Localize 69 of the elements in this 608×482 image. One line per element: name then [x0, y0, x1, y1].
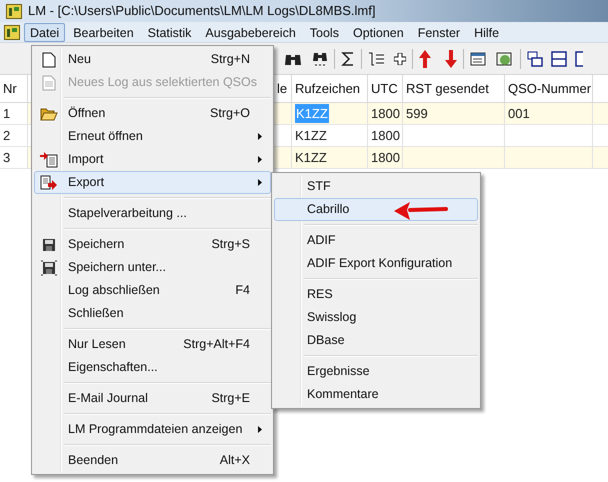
menu-bar-item[interactable]: Datei	[24, 22, 66, 42]
folder-icon	[40, 106, 58, 120]
table-cell-text: 3	[3, 148, 10, 167]
menu-item[interactable]: Export	[34, 171, 271, 194]
menu-item[interactable]: Beenden Alt+X	[34, 449, 271, 472]
table-cell-text: K1ZZ	[295, 126, 327, 145]
menu-item[interactable]: DBase	[274, 329, 478, 352]
table-cell-text: 1800	[371, 148, 400, 167]
list-icon[interactable]	[368, 50, 386, 66]
down-arrow-icon[interactable]	[445, 50, 457, 68]
window-icon[interactable]	[575, 50, 583, 66]
tile-windows-icon[interactable]	[551, 50, 567, 66]
plus-icon[interactable]	[394, 52, 406, 64]
table-cell-text: 1800	[371, 104, 400, 123]
menu-item[interactable]: Neu Strg+N	[34, 48, 271, 71]
column-header[interactable]: Rufzeichen	[295, 78, 360, 98]
import-icon	[40, 152, 58, 168]
menu-bar-item[interactable]: Bearbeiten	[67, 22, 140, 42]
menu-item[interactable]: Erneut öffnen	[34, 125, 271, 148]
menu-bar-item[interactable]: Hilfe	[468, 22, 506, 42]
menu-bar-item[interactable]: Statistik	[142, 22, 198, 42]
menu-item[interactable]: Ergebnisse	[274, 360, 478, 383]
column-header[interactable]: UTC	[371, 78, 398, 98]
export-icon	[40, 174, 58, 190]
table-cell-text: 1800	[371, 126, 400, 145]
table-cell: K1ZZ	[295, 104, 329, 124]
menu-bar-item[interactable]: Tools	[304, 22, 345, 42]
menu-item[interactable]: Schließen	[34, 302, 271, 325]
floppy-disk-icon	[41, 260, 57, 276]
cascade-windows-icon[interactable]	[527, 50, 543, 66]
up-arrow-icon[interactable]	[419, 50, 431, 68]
menu-item[interactable]: Log abschließen F4	[34, 279, 271, 302]
document-icon	[42, 52, 56, 68]
menu-bar-item[interactable]: Fenster	[412, 22, 466, 42]
column-header[interactable]: QSO-Nummer	[508, 78, 592, 98]
table-cell-text: 599	[406, 104, 428, 123]
menu-item[interactable]: LM Programmdateien anzeigen	[34, 418, 271, 441]
menu-item[interactable]: Speichern Strg+S	[34, 233, 271, 256]
menu-item[interactable]: Kommentare	[274, 383, 478, 406]
menu-item[interactable]: RES	[274, 283, 478, 306]
window-title: LM - [C:\Users\Public\Documents\LM\LM Logs\DL8MBS.lmf]	[28, 2, 376, 20]
annotation-arrow	[392, 200, 448, 222]
table-cell-text: 1	[3, 104, 10, 123]
app-icon	[6, 4, 22, 18]
menu-item[interactable]: Speichern unter...	[34, 256, 271, 279]
menu-item[interactable]: Cabrillo	[274, 198, 478, 221]
menu-item[interactable]: ADIF Export Konfiguration	[274, 252, 478, 275]
menu-item[interactable]: E-Mail Journal Strg+E	[34, 387, 271, 410]
menu-item[interactable]: Import	[34, 148, 271, 171]
menu-item[interactable]: Nur Lesen Strg+Alt+F4	[34, 333, 271, 356]
table-cell-text: K1ZZ	[295, 148, 327, 167]
menu-bar-item[interactable]: Ausgabebereich	[199, 22, 302, 42]
sum-icon[interactable]	[341, 50, 355, 66]
menu-item[interactable]: Swisslog	[274, 306, 478, 329]
binoculars-icon[interactable]	[312, 50, 328, 66]
app-icon	[4, 24, 20, 40]
table-cell-text: 2	[3, 126, 10, 145]
column-header[interactable]: le	[277, 78, 288, 98]
window-list-icon[interactable]	[470, 50, 488, 66]
table-cell-text: 001	[508, 104, 530, 123]
menu-item[interactable]: STF	[274, 175, 478, 198]
document-icon	[42, 74, 56, 90]
menu-bar-item[interactable]: Optionen	[346, 22, 410, 42]
column-header[interactable]: RST gesendet	[406, 78, 489, 98]
menu-item[interactable]: Öffnen Strg+O	[34, 102, 271, 125]
menu-item[interactable]: Eigenschaften...	[34, 356, 271, 379]
column-header[interactable]: Nr	[3, 78, 17, 98]
menu-item[interactable]: ADIF	[274, 229, 478, 252]
menu-item[interactable]: Stapelverarbeitung ...	[34, 202, 271, 225]
